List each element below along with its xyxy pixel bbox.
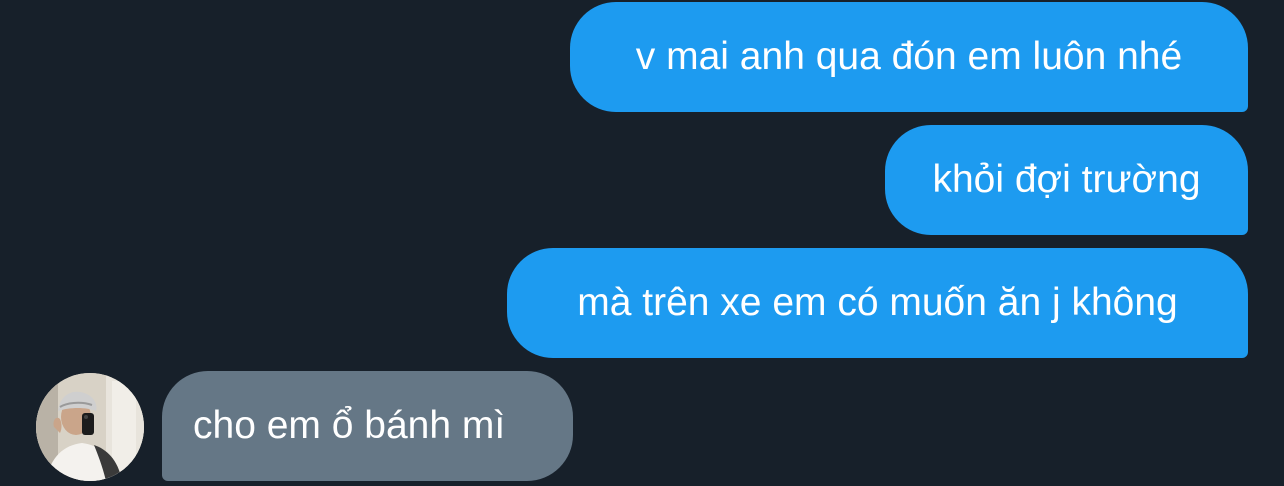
sender-avatar[interactable]: [36, 373, 144, 481]
sent-message-bubble[interactable]: v mai anh qua đón em luôn nhé: [570, 2, 1248, 112]
sent-message-bubble[interactable]: mà trên xe em có muốn ăn j không: [507, 248, 1248, 358]
received-message-bubble[interactable]: cho em ổ bánh mì: [162, 371, 573, 481]
sent-message-bubble[interactable]: khỏi đợi trường: [885, 125, 1248, 235]
user-avatar-icon: [36, 373, 144, 481]
